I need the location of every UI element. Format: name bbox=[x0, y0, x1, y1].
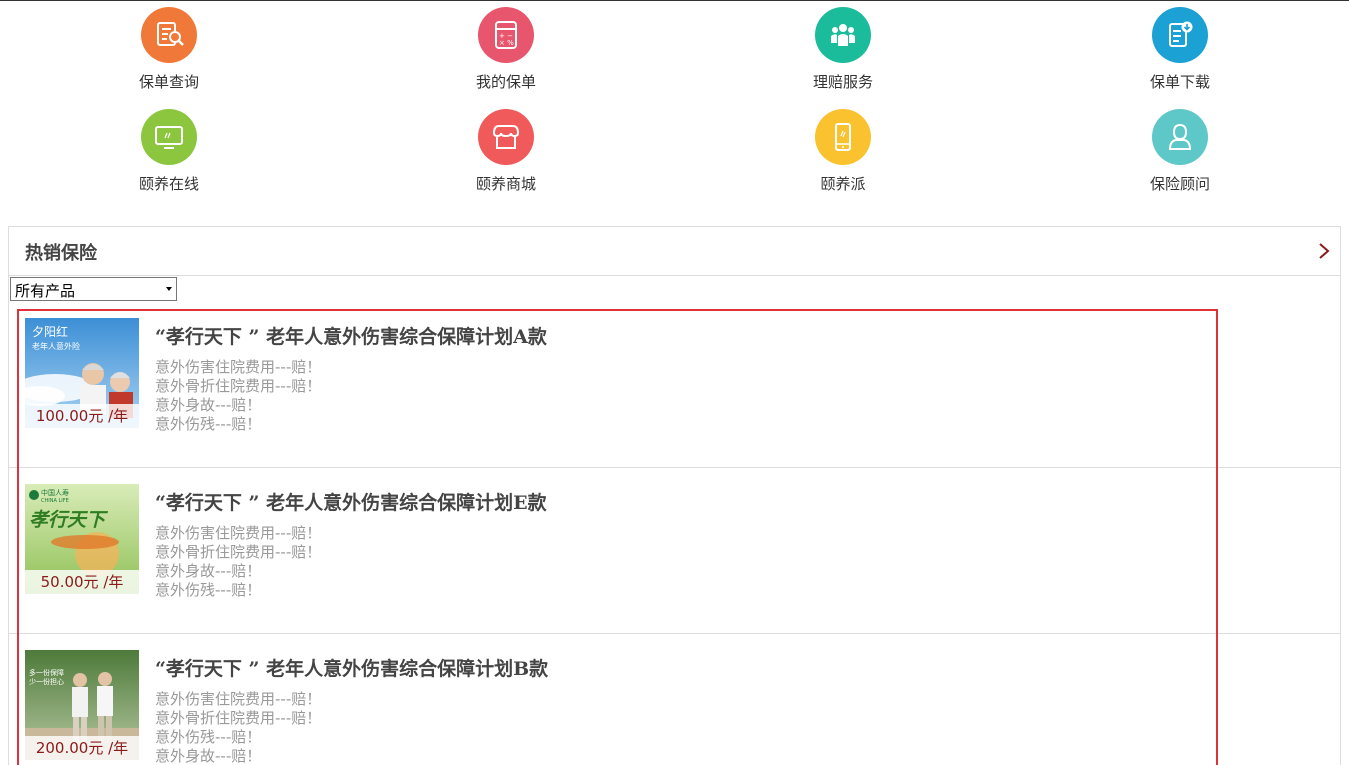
nav-item-label: 我的保单 bbox=[475, 73, 536, 91]
product-price: 200.00元 /年 bbox=[25, 736, 139, 760]
thumb-subcaption: 少一份担心 bbox=[29, 677, 64, 686]
feature-line: 意外伤残---赔！ bbox=[155, 581, 262, 599]
nav-item-policy-download[interactable]: 保单下载 bbox=[1100, 7, 1260, 97]
nav-item-insurance-advisor[interactable]: 保险顾问 bbox=[1100, 109, 1260, 199]
product-title[interactable]: “孝行天下 ” 老年人意外伤害综合保障计划A款 bbox=[155, 322, 547, 349]
nav-item-care-pai[interactable]: 颐养派 bbox=[763, 109, 923, 199]
product-features: 意外伤害住院费用---赔！ 意外骨折住院费用---赔！ 意外身故---赔！ 意外… bbox=[155, 524, 321, 600]
nav-item-label: 保单下载 bbox=[1149, 73, 1210, 91]
policy-search-icon bbox=[141, 7, 197, 63]
filter-selected-value: 所有产品 bbox=[15, 282, 76, 300]
nav-item-label: 颐养在线 bbox=[138, 175, 199, 193]
feature-line: 意外身故---赔！ bbox=[155, 396, 262, 414]
quick-nav-grid: 保单查询 + − × % 我的保单 理赔服务 保单下载 颐养在线 颐养商城 颐养… bbox=[0, 1, 1349, 201]
feature-line: 意外伤害住院费用---赔！ bbox=[155, 690, 322, 708]
feature-line: 意外伤残---赔！ bbox=[155, 415, 262, 433]
section-header: 热销保险 bbox=[9, 227, 1340, 276]
chevron-right-icon[interactable] bbox=[1316, 241, 1332, 261]
product-item[interactable]: 多一份保障 少一份担心 200.00元 /年 “孝行天下 ” 老年人意外伤害综合… bbox=[9, 634, 1340, 765]
shop-icon bbox=[478, 109, 534, 165]
mobile-phone-icon bbox=[815, 109, 871, 165]
nav-item-label: 保单查询 bbox=[138, 73, 199, 91]
feature-line: 意外骨折住院费用---赔！ bbox=[155, 377, 322, 395]
feature-line: 意外骨折住院费用---赔！ bbox=[155, 543, 322, 561]
hot-insurance-section: 热销保险 所有产品 夕阳红 老年人意外险 100.00元 /年 “孝行天下 ” … bbox=[8, 226, 1341, 765]
product-price: 50.00元 /年 bbox=[25, 570, 139, 594]
nav-item-care-online[interactable]: 颐养在线 bbox=[89, 109, 249, 199]
thumb-subcaption: CHINA LIFE bbox=[41, 498, 69, 504]
nav-item-label: 颐养商城 bbox=[475, 175, 536, 193]
feature-line: 意外伤害住院费用---赔！ bbox=[155, 358, 322, 376]
thumb-caption: 夕阳红 bbox=[32, 324, 68, 339]
product-title[interactable]: “孝行天下 ” 老年人意外伤害综合保障计划E款 bbox=[155, 488, 547, 515]
nav-item-label: 理赔服务 bbox=[812, 73, 873, 91]
nav-item-claims-service[interactable]: 理赔服务 bbox=[763, 7, 923, 97]
product-price: 100.00元 /年 bbox=[25, 404, 139, 428]
thumb-caption: 多一份保障 bbox=[29, 668, 64, 677]
section-title: 热销保险 bbox=[25, 243, 97, 264]
nav-item-label: 保险顾问 bbox=[1149, 175, 1210, 193]
product-thumbnail[interactable]: 中国人寿 CHINA LIFE 孝行天下 50.00元 /年 bbox=[25, 484, 139, 594]
thumb-headline: 孝行天下 bbox=[29, 509, 109, 531]
product-features: 意外伤害住院费用---赔！ 意外骨折住院费用---赔！ 意外身故---赔！ 意外… bbox=[155, 358, 321, 434]
feature-line: 意外身故---赔！ bbox=[155, 562, 262, 580]
thumb-caption: 中国人寿 bbox=[41, 488, 69, 497]
monitor-icon bbox=[141, 109, 197, 165]
nav-item-policy-query[interactable]: 保单查询 bbox=[89, 7, 249, 97]
nav-item-care-mall[interactable]: 颐养商城 bbox=[426, 109, 586, 199]
feature-line: 意外骨折住院费用---赔！ bbox=[155, 709, 322, 727]
product-thumbnail[interactable]: 夕阳红 老年人意外险 100.00元 /年 bbox=[25, 318, 139, 428]
product-thumbnail[interactable]: 多一份保障 少一份担心 200.00元 /年 bbox=[25, 650, 139, 760]
product-item[interactable]: 中国人寿 CHINA LIFE 孝行天下 50.00元 /年 “孝行天下 ” 老… bbox=[9, 468, 1340, 634]
product-item[interactable]: 夕阳红 老年人意外险 100.00元 /年 “孝行天下 ” 老年人意外伤害综合保… bbox=[9, 302, 1340, 468]
product-title[interactable]: “孝行天下 ” 老年人意外伤害综合保障计划B款 bbox=[155, 654, 548, 681]
person-icon bbox=[1152, 109, 1208, 165]
product-features: 意外伤害住院费用---赔！ 意外骨折住院费用---赔！ 意外伤残---赔！ 意外… bbox=[155, 690, 321, 765]
group-people-icon bbox=[815, 7, 871, 63]
feature-line: 意外身故---赔！ bbox=[155, 747, 262, 765]
svg-text:× %: × % bbox=[499, 39, 514, 47]
feature-line: 意外伤残---赔！ bbox=[155, 728, 262, 746]
nav-item-label: 颐养派 bbox=[820, 175, 866, 193]
document-download-icon bbox=[1152, 7, 1208, 63]
dropdown-caret-icon bbox=[166, 287, 172, 291]
calculator-icon: + − × % bbox=[478, 7, 534, 63]
feature-line: 意外伤害住院费用---赔！ bbox=[155, 524, 322, 542]
product-filter-select[interactable]: 所有产品 bbox=[10, 277, 177, 301]
nav-item-my-policy[interactable]: + − × % 我的保单 bbox=[426, 7, 586, 97]
thumb-subcaption: 老年人意外险 bbox=[32, 341, 80, 351]
